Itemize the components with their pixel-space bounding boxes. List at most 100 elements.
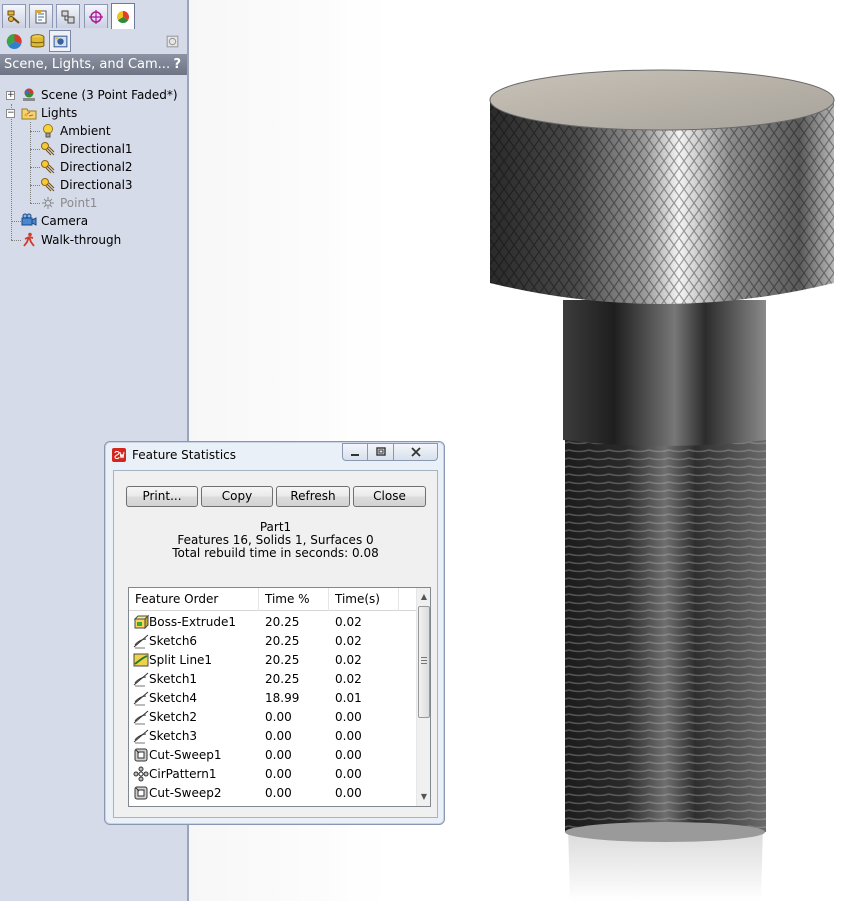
tree-connector — [30, 122, 31, 203]
column-header-time-seconds[interactable]: Time(s) — [329, 588, 399, 611]
feature-manager-tab[interactable] — [2, 4, 26, 28]
appearances-button[interactable] — [3, 30, 25, 52]
time-seconds-cell: 0.02 — [335, 615, 362, 629]
tree-label: Walk-through — [41, 233, 122, 247]
scroll-down-arrow[interactable]: ▼ — [417, 788, 430, 805]
property-manager-tab[interactable] — [29, 4, 53, 28]
panel-header: Scene, Lights, and Cam... ? — [0, 54, 187, 75]
time-percent-cell: 20.25 — [265, 672, 300, 686]
table-row[interactable]: Cut-Sweep2 0.00 0.00 — [129, 784, 416, 803]
time-percent-cell: 20.25 — [265, 634, 300, 648]
table-row[interactable]: Sketch4 18.99 0.01 — [129, 689, 416, 708]
help-button[interactable]: ? — [173, 54, 181, 75]
time-seconds-cell: 0.00 — [335, 748, 362, 762]
time-percent-cell: 0.00 — [265, 767, 292, 781]
time-percent-cell: 18.99 — [265, 691, 300, 705]
sketch-icon — [133, 691, 149, 706]
manager-tab-row — [0, 0, 187, 29]
minimize-icon — [351, 454, 359, 456]
feature-name-cell: Sketch4 — [149, 691, 198, 705]
feature-name-cell: Cut-Sweep2 — [149, 786, 222, 800]
render-tools-button[interactable] — [161, 30, 183, 52]
column-header-feature-order[interactable]: Feature Order — [129, 588, 259, 611]
refresh-button[interactable]: Refresh — [276, 486, 350, 507]
dialog-titlebar[interactable]: Feature Statistics — [105, 442, 444, 468]
feature-name-cell: Sketch2 — [149, 710, 198, 724]
copy-button[interactable]: Copy — [201, 486, 273, 507]
scroll-thumb[interactable] — [418, 606, 430, 718]
print-button[interactable]: Print... — [126, 486, 198, 507]
decal-stack-icon — [30, 33, 44, 47]
time-seconds-cell: 0.02 — [335, 672, 362, 686]
feature-statistics-list[interactable]: Feature Order Time % Time(s) Boss-Extrud… — [128, 587, 431, 807]
column-header-time-percent[interactable]: Time % — [259, 588, 329, 611]
smooth-shank — [563, 300, 766, 446]
tree-connector — [30, 185, 40, 186]
panel-header-title: Scene, Lights, and Cam... — [4, 57, 171, 72]
scroll-up-arrow[interactable]: ▲ — [417, 588, 430, 605]
feature-name-cell: Split Line1 — [149, 653, 213, 667]
time-percent-cell: 0.00 — [265, 729, 292, 743]
display-toolbar — [0, 29, 187, 53]
feature-name-cell: Sketch3 — [149, 729, 198, 743]
tree-connector — [30, 203, 40, 204]
table-row[interactable]: Cut-Sweep1 0.00 0.00 — [129, 746, 416, 765]
time-seconds-cell: 0.00 — [335, 710, 362, 724]
scene-icon — [23, 88, 35, 101]
list-scrollbar[interactable]: ▲ ▼ — [416, 588, 430, 806]
window-controls — [342, 443, 438, 461]
sketch-icon — [133, 710, 149, 725]
point-light-icon — [42, 197, 54, 209]
time-percent-cell: 0.00 — [265, 748, 292, 762]
crosshair-target-icon — [89, 9, 103, 24]
tree-label: Directional1 — [60, 142, 133, 156]
sketch-icon — [133, 729, 149, 744]
appearance-sphere-icon — [6, 33, 22, 49]
decals-button[interactable] — [26, 30, 48, 52]
dialog-title: Feature Statistics — [132, 448, 237, 462]
time-percent-cell: 0.00 — [265, 786, 292, 800]
table-row[interactable]: Sketch6 20.25 0.02 — [129, 632, 416, 651]
circular-pattern-icon — [133, 766, 149, 782]
minimize-button[interactable] — [342, 443, 368, 461]
thread-texture — [565, 432, 766, 832]
scene-camera-icon — [53, 35, 67, 47]
cut-sweep-icon — [134, 786, 148, 800]
table-row[interactable]: Sketch1 20.25 0.02 — [129, 670, 416, 689]
close-icon — [410, 447, 421, 457]
table-row[interactable]: Sketch2 0.00 0.00 — [129, 708, 416, 727]
time-percent-cell: 0.00 — [265, 710, 292, 724]
boss-extrude-icon — [133, 614, 149, 630]
maximize-icon — [375, 447, 386, 456]
dialog-content: Print... Copy Refresh Close Part1 Featur… — [113, 470, 438, 818]
configuration-manager-tab[interactable] — [56, 4, 80, 28]
close-button[interactable]: Close — [353, 486, 426, 507]
tree-label: Ambient — [60, 124, 111, 138]
table-row[interactable]: Split Line1 20.25 0.02 — [129, 651, 416, 670]
scene-lights-cameras-button[interactable] — [49, 30, 71, 52]
lights-expander[interactable]: − — [6, 109, 15, 118]
table-row[interactable]: CirPattern1 0.00 0.00 — [129, 765, 416, 784]
time-seconds-cell: 0.02 — [335, 653, 362, 667]
feature-name-cell: Sketch1 — [149, 672, 198, 686]
head-top-face — [489, 69, 835, 131]
feature-summary: Features 16, Solids 1, Surfaces 0 — [177, 533, 374, 547]
tree-connector — [11, 104, 12, 240]
display-manager-tab[interactable] — [111, 3, 135, 29]
time-percent-cell: 20.25 — [265, 615, 300, 629]
time-seconds-cell: 0.00 — [335, 729, 362, 743]
maximize-button[interactable] — [368, 443, 394, 461]
window-close-button[interactable] — [394, 443, 438, 461]
configuration-icon — [61, 10, 75, 23]
tree-label: Camera — [41, 214, 89, 228]
dimxpert-manager-tab[interactable] — [84, 4, 108, 28]
table-row[interactable]: Sketch3 0.00 0.00 — [129, 727, 416, 746]
feature-name-cell: Boss-Extrude1 — [149, 615, 236, 629]
scene-expander[interactable]: + — [6, 91, 15, 100]
table-row[interactable]: Boss-Extrude1 20.25 0.02 — [129, 613, 416, 632]
sketch-icon — [133, 672, 149, 687]
camera-icon — [21, 213, 37, 226]
tree-label: Directional3 — [60, 178, 133, 192]
rebuild-time: Total rebuild time in seconds: 0.08 — [172, 546, 379, 560]
shaft-end — [565, 822, 765, 842]
